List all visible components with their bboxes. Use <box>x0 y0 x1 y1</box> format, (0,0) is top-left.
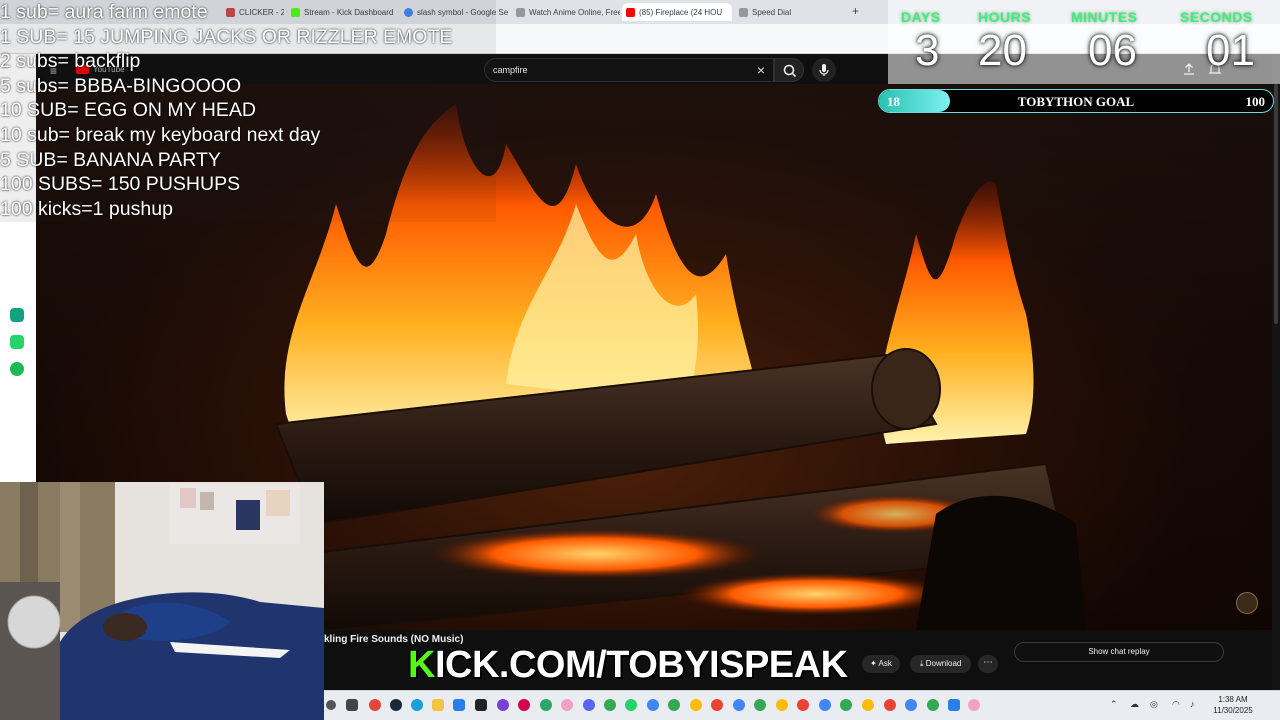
file-explorer-icon[interactable] <box>432 699 444 711</box>
chrome-profile-icon[interactable] <box>840 699 852 711</box>
tab-label: Speed Dial <box>752 7 792 17</box>
subathon-countdown: DAYS HOURS MINUTES SECONDS 3 20 06 01 <box>888 0 1280 84</box>
whatsapp-icon[interactable] <box>10 335 24 349</box>
terminal-icon[interactable] <box>475 699 487 711</box>
kick-channel-banner: KICK.COM/TOBYISPEAK <box>408 644 848 688</box>
sub-goal-item: 1 SUB= 15 JUMPING JACKS OR RIZZLER EMOTE <box>0 25 453 48</box>
tab-label: (85) Fireplace (24 HOU <box>639 7 723 17</box>
chrome-profile-icon[interactable] <box>754 699 766 711</box>
goal-max-value: 100 <box>1245 94 1266 109</box>
sub-goal-item: 5 SUB= BANANA PARTY <box>0 148 221 171</box>
countdown-days-label: DAYS <box>901 9 941 25</box>
chrome-profile-icon[interactable] <box>647 699 659 711</box>
search-box: campfire × <box>484 58 774 82</box>
store-icon[interactable] <box>453 699 465 711</box>
kick-channel-url: ICK.COM/TOBYISPEAK <box>434 644 848 686</box>
channel-watermark-icon[interactable] <box>1236 592 1258 614</box>
wifi-icon[interactable]: ◠ <box>1172 699 1180 710</box>
tab-label: Watch Anime Online, Free <box>529 7 620 17</box>
show-chat-replay-button[interactable]: Show chat replay <box>1014 642 1224 662</box>
youtube-icon <box>626 7 635 17</box>
tab-anime[interactable]: Watch Anime Online, Free <box>512 3 620 21</box>
stream-screen: CLICKER - 202 Stream - Kick Dashboard sl… <box>0 0 1280 720</box>
whatsapp-icon[interactable] <box>625 699 637 711</box>
sub-goal-item: 10 SUB= EGG ON MY HEAD <box>0 99 256 122</box>
microphone-icon <box>819 64 829 76</box>
tab-fireplace[interactable]: (85) Fireplace (24 HOU <box>622 3 732 21</box>
chatgpt-icon[interactable] <box>10 308 24 322</box>
voice-search-button[interactable] <box>812 58 836 82</box>
chrome-icon[interactable] <box>604 699 616 711</box>
countdown-days-value: 3 <box>915 26 940 75</box>
chevron-up-icon[interactable]: ⌃ <box>1110 699 1118 710</box>
app-icon[interactable] <box>968 699 980 711</box>
task-view-icon[interactable] <box>346 699 358 711</box>
embers-right <box>676 572 956 616</box>
discord-icon[interactable] <box>583 699 595 711</box>
download-button[interactable]: ⤓ Download <box>910 655 972 673</box>
app-icon[interactable] <box>540 699 552 711</box>
countdown-seconds-value: 01 <box>1206 26 1255 75</box>
chrome-profile-icon[interactable] <box>862 699 874 711</box>
more-actions-button[interactable]: ⋯ <box>978 655 998 673</box>
close-icon[interactable]: × <box>757 62 765 78</box>
system-clock[interactable]: 1:38 AM 11/30/2025 <box>1208 694 1258 716</box>
cloud-icon[interactable]: ☁ <box>1130 699 1139 710</box>
chrome-profile-icon[interactable] <box>927 699 939 711</box>
opera-gx-icon[interactable] <box>518 699 530 711</box>
search-icon <box>783 64 797 78</box>
search-icon[interactable] <box>326 700 336 710</box>
spotify-icon[interactable] <box>10 362 24 376</box>
countdown-hours-label: HOURS <box>978 9 1032 25</box>
app-icon[interactable] <box>561 699 573 711</box>
app-icon[interactable] <box>497 699 509 711</box>
chrome-profile-icon[interactable] <box>690 699 702 711</box>
tab-speed-dial[interactable]: Speed Dial <box>735 3 815 21</box>
goal-title: TOBYTHON GOAL <box>1017 94 1135 109</box>
countdown-hours-value: 20 <box>978 26 1027 75</box>
chrome-profile-icon[interactable] <box>905 699 917 711</box>
sub-goals-list: 1 sub= aura farm emote 1 SUB= 15 JUMPING… <box>0 0 500 221</box>
chrome-profile-icon[interactable] <box>711 699 723 711</box>
sub-goal-item: 2 subs= backflip <box>0 50 141 73</box>
ask-button[interactable]: ✦ Ask <box>862 655 900 673</box>
countdown-minutes-value: 06 <box>1088 26 1137 75</box>
chrome-icon[interactable] <box>369 699 381 711</box>
sub-goal-item: 100 kicks=1 pushup <box>0 197 173 220</box>
countdown-seconds-label: SECONDS <box>1180 9 1253 25</box>
webcam-room-image <box>0 482 324 720</box>
steam-icon[interactable] <box>390 699 402 711</box>
log-top-end <box>871 348 941 430</box>
chrome-profile-icon[interactable] <box>819 699 831 711</box>
sub-goal-item: 1 sub= aura farm emote <box>0 1 208 23</box>
page-scrollbar[interactable] <box>1272 54 1280 690</box>
chrome-profile-icon[interactable] <box>797 699 809 711</box>
tobython-goal-bar: 18 TOBYTHON GOAL 100 <box>878 89 1274 113</box>
chrome-profile-icon[interactable] <box>884 699 896 711</box>
chrome-profile-icon[interactable] <box>776 699 788 711</box>
embers-left <box>426 528 766 580</box>
clock-date: 11/30/2025 <box>1213 706 1253 715</box>
countdown-minutes-label: MINUTES <box>1071 9 1138 25</box>
volume-icon[interactable]: ♪ <box>1190 699 1195 709</box>
sub-goal-item: 100 SUBS= 150 PUSHUPS <box>0 173 241 196</box>
kick-logo-letter: K <box>408 644 435 686</box>
tab-favicon-icon <box>516 7 525 17</box>
new-tab-button[interactable]: + <box>852 4 859 18</box>
app-tray-icon[interactable]: ◎ <box>1150 699 1158 710</box>
chrome-profile-icon[interactable] <box>733 699 745 711</box>
speed-dial-icon <box>739 7 748 17</box>
sub-goal-item: 10 sub= break my keyboard next day <box>0 123 321 146</box>
search-button[interactable] <box>774 58 804 82</box>
clock-time: 1:38 AM <box>1218 695 1248 704</box>
dark-log-end <box>916 495 1086 630</box>
chrome-profile-icon[interactable] <box>668 699 680 711</box>
edge-icon[interactable] <box>411 699 423 711</box>
sub-goal-item: 5 subs= BBBA-BINGOOOO <box>0 74 242 97</box>
app-icon[interactable] <box>948 699 960 711</box>
scrollbar-thumb[interactable] <box>1274 84 1278 324</box>
webcam-feed <box>0 482 324 720</box>
